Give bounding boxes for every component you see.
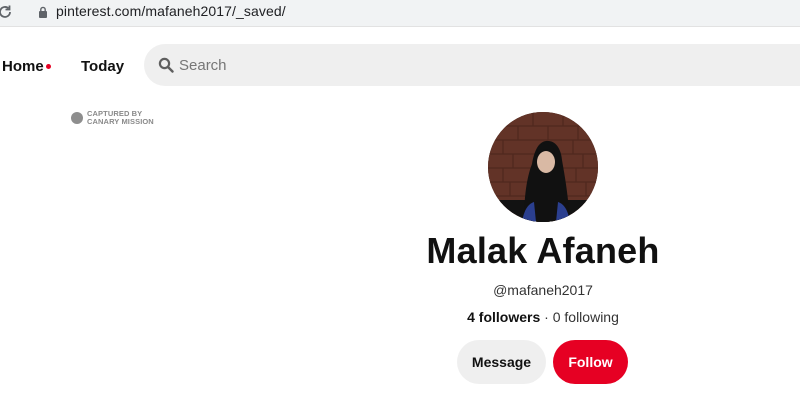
home-active-dot — [46, 64, 51, 69]
search-icon — [158, 57, 174, 73]
following-count[interactable]: 0 following — [553, 309, 619, 325]
profile-name: Malak Afaneh — [426, 230, 660, 271]
stats-separator: · — [540, 309, 553, 325]
search-bar[interactable] — [144, 44, 800, 86]
profile-avatar[interactable] — [488, 112, 598, 222]
canary-mission-watermark: CAPTURED BY CANARY MISSION — [71, 110, 166, 128]
follow-stats: 4 followers · 0 following — [0, 309, 800, 325]
url-text[interactable]: pinterest.com/mafaneh2017/_saved/ — [56, 3, 286, 19]
follow-button[interactable]: Follow — [553, 340, 628, 384]
search-input[interactable] — [179, 44, 579, 86]
browser-address-bar: pinterest.com/mafaneh2017/_saved/ — [0, 0, 800, 27]
watermark-text: CAPTURED BY CANARY MISSION — [87, 110, 154, 126]
message-button[interactable]: Message — [457, 340, 546, 384]
followers-count[interactable]: 4 followers — [467, 309, 540, 325]
profile-username: @mafaneh2017 — [493, 282, 593, 298]
watermark-logo-icon — [71, 112, 83, 124]
watermark-line-2: CANARY MISSION — [87, 117, 154, 126]
lock-icon[interactable] — [38, 6, 48, 18]
nav-home-link[interactable]: Home — [2, 58, 44, 75]
reload-icon[interactable] — [0, 4, 13, 20]
nav-today-link[interactable]: Today — [81, 58, 124, 75]
avatar-photo — [488, 112, 598, 222]
